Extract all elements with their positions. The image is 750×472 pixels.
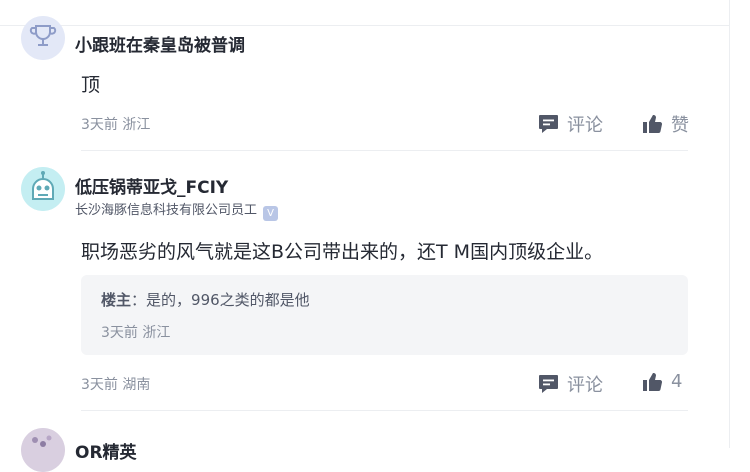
thumbs-up-icon <box>643 114 663 134</box>
comment-button[interactable]: 评论 <box>538 371 603 397</box>
verified-icon: V <box>263 206 279 221</box>
comment-icon <box>539 375 558 393</box>
divider <box>81 410 688 411</box>
top-bar <box>0 0 750 26</box>
divider <box>81 150 688 151</box>
reply-text: 楼主：是的，996之类的都是他 <box>101 289 310 310</box>
reply-content: 是的，996之类的都是他 <box>146 291 310 309</box>
reply-author[interactable]: 楼主 <box>101 291 131 309</box>
photo-avatar-icon <box>21 428 65 472</box>
like-button[interactable]: 4 <box>642 371 682 392</box>
robot-avatar-icon <box>21 167 65 211</box>
comment-meta: 3天前 浙江 <box>81 117 151 133</box>
comment-icon <box>539 115 558 133</box>
like-count: 4 <box>671 371 683 392</box>
trophy-avatar-icon <box>21 16 65 60</box>
avatar[interactable] <box>21 428 65 472</box>
comment-label: 评论 <box>567 375 603 396</box>
user-name[interactable]: 低压锅蒂亚戈_FCIY <box>75 173 228 198</box>
reply-meta: 3天前 浙江 <box>101 325 171 341</box>
thumbs-up-icon <box>643 372 663 391</box>
avatar[interactable] <box>21 16 65 60</box>
avatar[interactable] <box>21 167 65 211</box>
reply-box: 楼主：是的，996之类的都是他 3天前 浙江 <box>81 275 688 355</box>
comment-label: 评论 <box>567 115 603 136</box>
reply-separator: ： <box>131 291 147 309</box>
comment-button[interactable]: 评论 <box>538 111 603 137</box>
user-title-text: 长沙海豚信息科技有限公司员工 <box>75 203 258 218</box>
like-label: 赞 <box>671 115 689 136</box>
scrollbar[interactable] <box>729 0 750 448</box>
like-button[interactable]: 赞 <box>642 111 689 137</box>
comment-meta: 3天前 湖南 <box>81 377 151 393</box>
comment-content: 顶 <box>81 74 101 96</box>
user-name[interactable]: 小跟班在秦皇岛被普调 <box>75 31 245 56</box>
comment-content: 职场恶劣的风气就是这B公司带出来的，还T M国内顶级企业。 <box>81 241 604 263</box>
user-title: 长沙海豚信息科技有限公司员工 V <box>75 199 279 221</box>
user-name[interactable]: OR精英 <box>75 438 137 463</box>
